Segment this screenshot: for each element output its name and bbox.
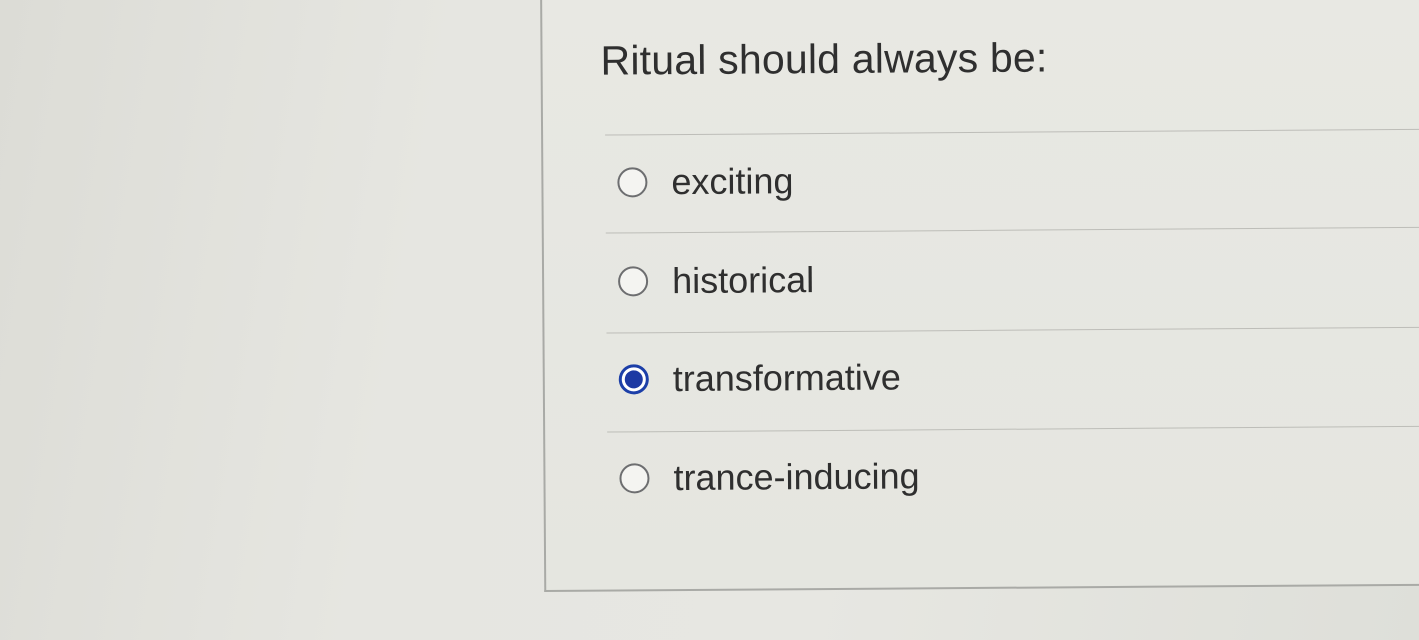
divider [607,425,1419,433]
option-transformative[interactable]: transformative [618,356,902,400]
option-exciting[interactable]: exciting [617,160,794,203]
divider [605,226,1419,234]
radio-button-exciting[interactable] [617,167,648,198]
option-label: exciting [671,160,794,203]
radio-button-transformative-selected[interactable] [618,364,649,395]
divider [606,326,1419,334]
radio-button-historical[interactable] [618,266,649,297]
question-text: Ritual should always be: [600,34,1048,84]
option-trance-inducing[interactable]: trance-inducing [619,455,920,499]
option-label: historical [671,259,815,302]
radio-button-trance-inducing[interactable] [619,463,650,494]
option-label: trance-inducing [673,455,920,499]
option-historical[interactable]: historical [618,259,814,302]
question-card: Ritual should always be: exciting histor… [540,0,1419,592]
option-label: transformative [672,356,902,400]
divider [605,128,1419,136]
